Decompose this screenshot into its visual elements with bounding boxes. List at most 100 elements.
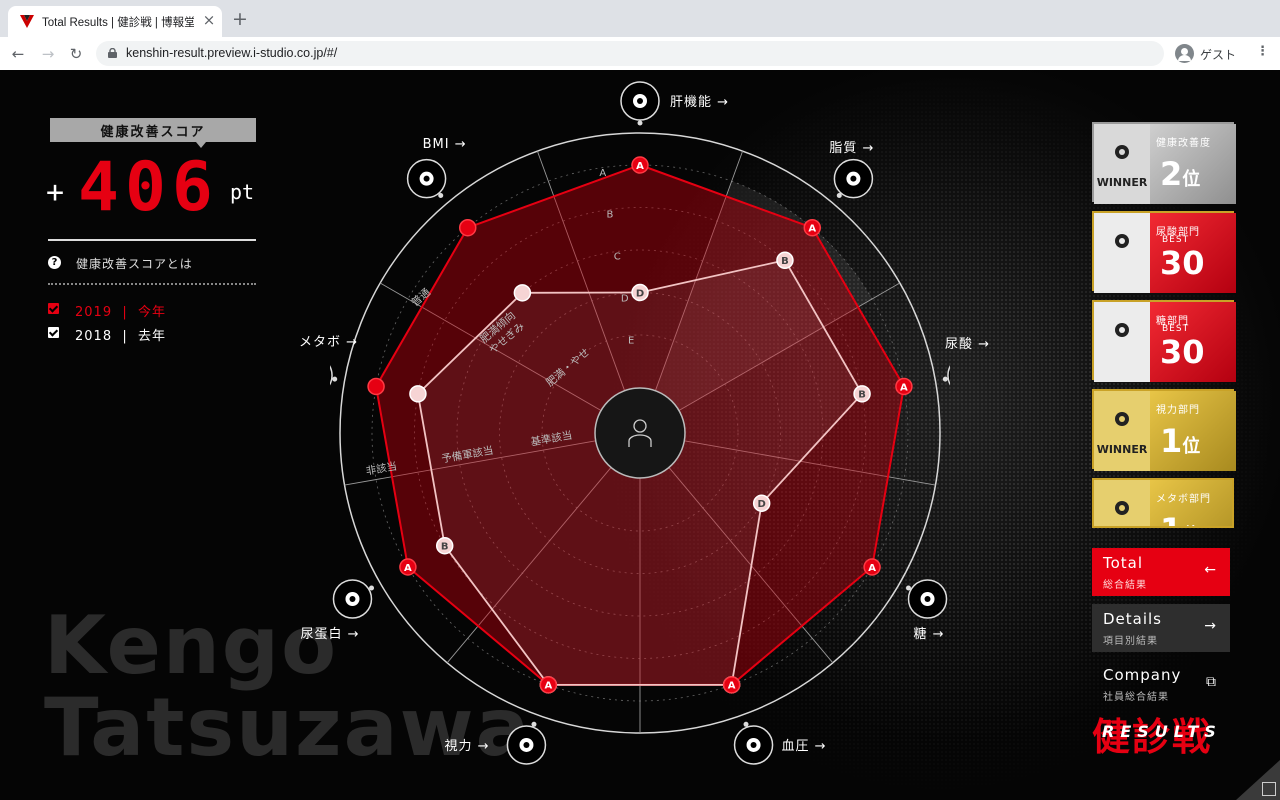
badge-winner-label: WINNER	[1096, 176, 1148, 189]
nav-total[interactable]: Total 総合結果 ←	[1092, 548, 1230, 596]
radar-point-2019-label: A	[868, 563, 876, 574]
radar-point-2019-label: A	[728, 681, 736, 692]
award-badge[interactable]: 糖部門 BEST 30	[1092, 300, 1236, 382]
badge-rank: 2位	[1160, 156, 1200, 198]
score-value: 406	[78, 148, 219, 227]
axis-icon-pointer	[743, 721, 749, 727]
url-text: kenshin-result.preview.i-studio.co.jp/#/	[126, 46, 338, 60]
menu-icon[interactable]: ⋮	[1256, 44, 1269, 59]
axis-icon-pointer	[836, 193, 842, 199]
axis-label[interactable]: メタボ →	[299, 331, 358, 350]
laurel-sugar-icon	[1115, 323, 1129, 337]
badge-rank-number: 2	[1160, 155, 1183, 193]
radar-point-2018	[409, 385, 427, 403]
radar-chart: ABCDE普通肥満傾向やせぎみ肥満・やせ非該当予備軍該当基準該当DBBDAABA…	[293, 70, 989, 800]
axis-icon-pointer	[369, 585, 375, 591]
metabo-icon	[1115, 501, 1129, 515]
lock-icon	[108, 48, 117, 58]
radar-point-2019-label: A	[404, 563, 412, 574]
checkbox-icon[interactable]	[48, 303, 59, 314]
logout-icon[interactable]	[1262, 782, 1276, 796]
radar-point-2018-label: D	[636, 288, 644, 299]
nav-subtitle: 社員総合結果	[1103, 692, 1169, 703]
score-sign: +	[46, 175, 65, 210]
profile-avatar-icon	[1175, 44, 1194, 63]
laurel-gear-icon	[1115, 234, 1129, 248]
axis-label[interactable]: 脂質 →	[829, 137, 874, 156]
radar-center	[594, 387, 686, 479]
radar-point-2019	[367, 377, 385, 396]
award-badge[interactable]: WINNER 健康改善度 2位	[1092, 122, 1236, 204]
nav-details[interactable]: Details 項目別結果 →	[1092, 604, 1230, 652]
badge-rank-suffix: 位	[1182, 169, 1201, 190]
winner-trophy-icon	[1115, 145, 1129, 159]
person-first-name: Kengo	[44, 599, 339, 692]
badge-rank-panel: 尿酸部門 BEST 30	[1150, 213, 1236, 293]
score-divider	[48, 239, 256, 241]
results-page: 健康改善スコア + 406 pt ? 健康改善スコアとは 2019 | 今年 2…	[0, 70, 1280, 800]
checkbox-icon[interactable]	[48, 327, 59, 338]
profile-button[interactable]: ゲスト ⋮	[1170, 41, 1270, 66]
axis-label[interactable]: 視力 →	[444, 735, 489, 754]
award-badge[interactable]: メタボ部門 1位	[1092, 478, 1234, 528]
eye-icon-detail	[523, 741, 530, 748]
nav-company[interactable]: Company 社員総合結果 ⧉	[1092, 660, 1230, 708]
nav-title: Company	[1103, 666, 1182, 684]
radar-grade-label: C	[614, 252, 621, 263]
radar-point-2019-label: A	[636, 161, 644, 172]
award-badge[interactable]: 尿酸部門 BEST 30	[1092, 211, 1236, 293]
badge-icon-panel: WINNER	[1094, 124, 1150, 204]
nav-subtitle: 項目別結果	[1103, 636, 1158, 647]
badge-winner-label: WINNER	[1096, 443, 1148, 456]
axis-icon-pointer	[438, 193, 444, 199]
radar-point-2019-label: A	[544, 681, 552, 692]
radar-point-2019	[458, 218, 477, 237]
award-badge[interactable]: WINNER 視力部門 1位	[1092, 389, 1236, 471]
site-favicon-icon	[20, 15, 34, 28]
tab-title: Total Results | 健診戦 | 博報堂DY	[42, 17, 194, 29]
badge-rank: 30	[1160, 334, 1205, 376]
badge-rank-number: 30	[1160, 244, 1205, 282]
bmi-person-icon-detail	[423, 175, 430, 182]
badge-category: 健康改善度	[1156, 138, 1211, 149]
browser-tab[interactable]: Total Results | 健診戦 | 博報堂DY ×	[8, 6, 222, 37]
badge-icon-panel	[1094, 302, 1150, 382]
heartbeat-icon-detail	[750, 741, 757, 748]
year-label: 2019 | 今年	[75, 305, 167, 320]
radar-point-2018-label: B	[781, 256, 789, 267]
axis-label[interactable]: 血圧 →	[782, 735, 827, 754]
back-icon[interactable]: ←	[8, 44, 28, 64]
axis-label[interactable]: 尿酸 →	[945, 333, 990, 352]
sugar-icon-detail	[924, 596, 931, 602]
radar-point-2018	[513, 284, 532, 302]
axis-label[interactable]: 糖 →	[914, 623, 945, 642]
address-bar[interactable]: kenshin-result.preview.i-studio.co.jp/#/	[96, 41, 1164, 66]
radar-grade-label: E	[628, 335, 634, 346]
score-label: 健康改善スコア	[100, 125, 206, 140]
score-unit: pt	[230, 180, 255, 204]
radar-grade-label: B	[607, 210, 614, 221]
forward-icon[interactable]: →	[38, 44, 58, 64]
axis-label[interactable]: 肝機能 →	[670, 91, 729, 110]
badge-icon-panel: WINNER	[1094, 391, 1150, 471]
help-icon[interactable]: ?	[48, 256, 61, 269]
badge-rank-suffix: 位	[1182, 525, 1200, 526]
badge-category: 視力部門	[1156, 405, 1200, 416]
browser-tab-bar: Total Results | 健診戦 | 博報堂DY × +	[0, 0, 1280, 37]
tab-close-icon[interactable]: ×	[201, 12, 217, 28]
score-label-box: 健康改善スコア	[50, 118, 256, 148]
axis-icon-pointer	[905, 585, 911, 591]
nav-title: Total	[1103, 554, 1144, 572]
score-help-link[interactable]: 健康改善スコアとは	[76, 255, 193, 272]
badge-rank: 1位	[1160, 423, 1200, 465]
axis-icon-pointer	[942, 376, 948, 382]
new-tab-icon[interactable]: +	[232, 10, 248, 29]
badge-rank: 30	[1160, 245, 1205, 287]
axis-label[interactable]: BMI →	[423, 137, 467, 152]
nav-subtitle: 総合結果	[1103, 580, 1147, 591]
reload-icon[interactable]: ↻	[66, 44, 86, 64]
profile-label: ゲスト	[1200, 48, 1237, 62]
axis-label[interactable]: 尿蛋白 →	[300, 623, 359, 642]
badge-rank: 1位	[1160, 512, 1200, 526]
badge-rank-number: 1	[1160, 422, 1183, 460]
